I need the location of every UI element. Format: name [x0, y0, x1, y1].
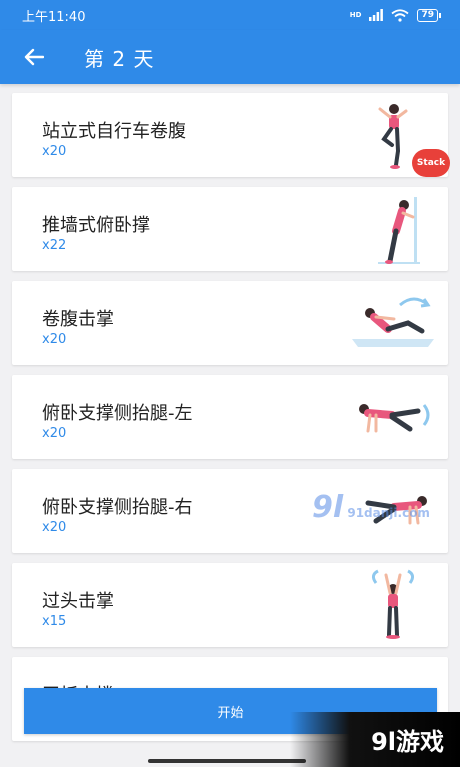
exercise-name: 过头击掌: [42, 591, 114, 612]
exercise-count: x15: [42, 614, 67, 629]
exercise-name: 俯卧支撑侧抬腿-右: [42, 497, 193, 518]
exercise-card[interactable]: 卷腹击掌 x20: [12, 281, 448, 365]
wifi-icon: [391, 8, 410, 22]
exercise-count: x20: [42, 426, 67, 441]
watermark-corner: 9l游戏: [290, 712, 460, 767]
arrow-left-icon: [24, 48, 44, 66]
page-title: 第 2 天: [84, 46, 155, 71]
exercise-card[interactable]: 俯卧支撑侧抬腿-左 x20: [12, 375, 448, 459]
exercise-name: 推墙式俯卧撑: [42, 215, 150, 236]
exercise-name: 卷腹击掌: [42, 309, 114, 330]
stack-badge[interactable]: Stack: [412, 149, 450, 177]
exercise-card[interactable]: 推墙式俯卧撑 x22: [12, 187, 448, 271]
exercise-count: x20: [42, 520, 67, 535]
exercise-card[interactable]: 站立式自行车卷腹 x20 Stack: [12, 93, 450, 177]
back-button[interactable]: [16, 39, 52, 75]
exercise-count: x20: [42, 144, 67, 159]
overhead-clap-illustration: [371, 569, 415, 639]
exercise-card[interactable]: 过头击掌 x15: [12, 563, 448, 647]
watermark-center: 9l 91danji.com: [312, 490, 430, 525]
battery-indicator: 79: [417, 8, 441, 22]
exercise-count: x20: [42, 332, 67, 347]
status-time: 上午11:40: [22, 9, 86, 25]
status-bar: 上午11:40 HD 79: [0, 0, 460, 30]
watermark-corner-text: 9l游戏: [371, 728, 444, 756]
exercise-list[interactable]: 站立式自行车卷腹 x20 Stack 推墙式俯卧撑 x22 卷腹击掌 x20 俯…: [0, 84, 460, 754]
wall-push-up-illustration: [378, 197, 420, 264]
home-indicator[interactable]: [148, 759, 306, 763]
status-icons: HD 79: [349, 8, 441, 22]
crunch-clap-illustration: [352, 297, 434, 347]
exercise-name: 俯卧支撑侧抬腿-左: [42, 403, 193, 424]
exercise-name: 站立式自行车卷腹: [42, 121, 186, 142]
watermark-logo: 9l: [312, 490, 344, 525]
network-type-label: HD: [349, 11, 362, 19]
exercise-count: x22: [42, 238, 67, 253]
plank-leg-raise-left-illustration: [359, 404, 430, 433]
watermark-url: 91danji.com: [347, 506, 430, 520]
signal-icon: [369, 9, 384, 21]
app-bar: 第 2 天: [0, 30, 460, 84]
